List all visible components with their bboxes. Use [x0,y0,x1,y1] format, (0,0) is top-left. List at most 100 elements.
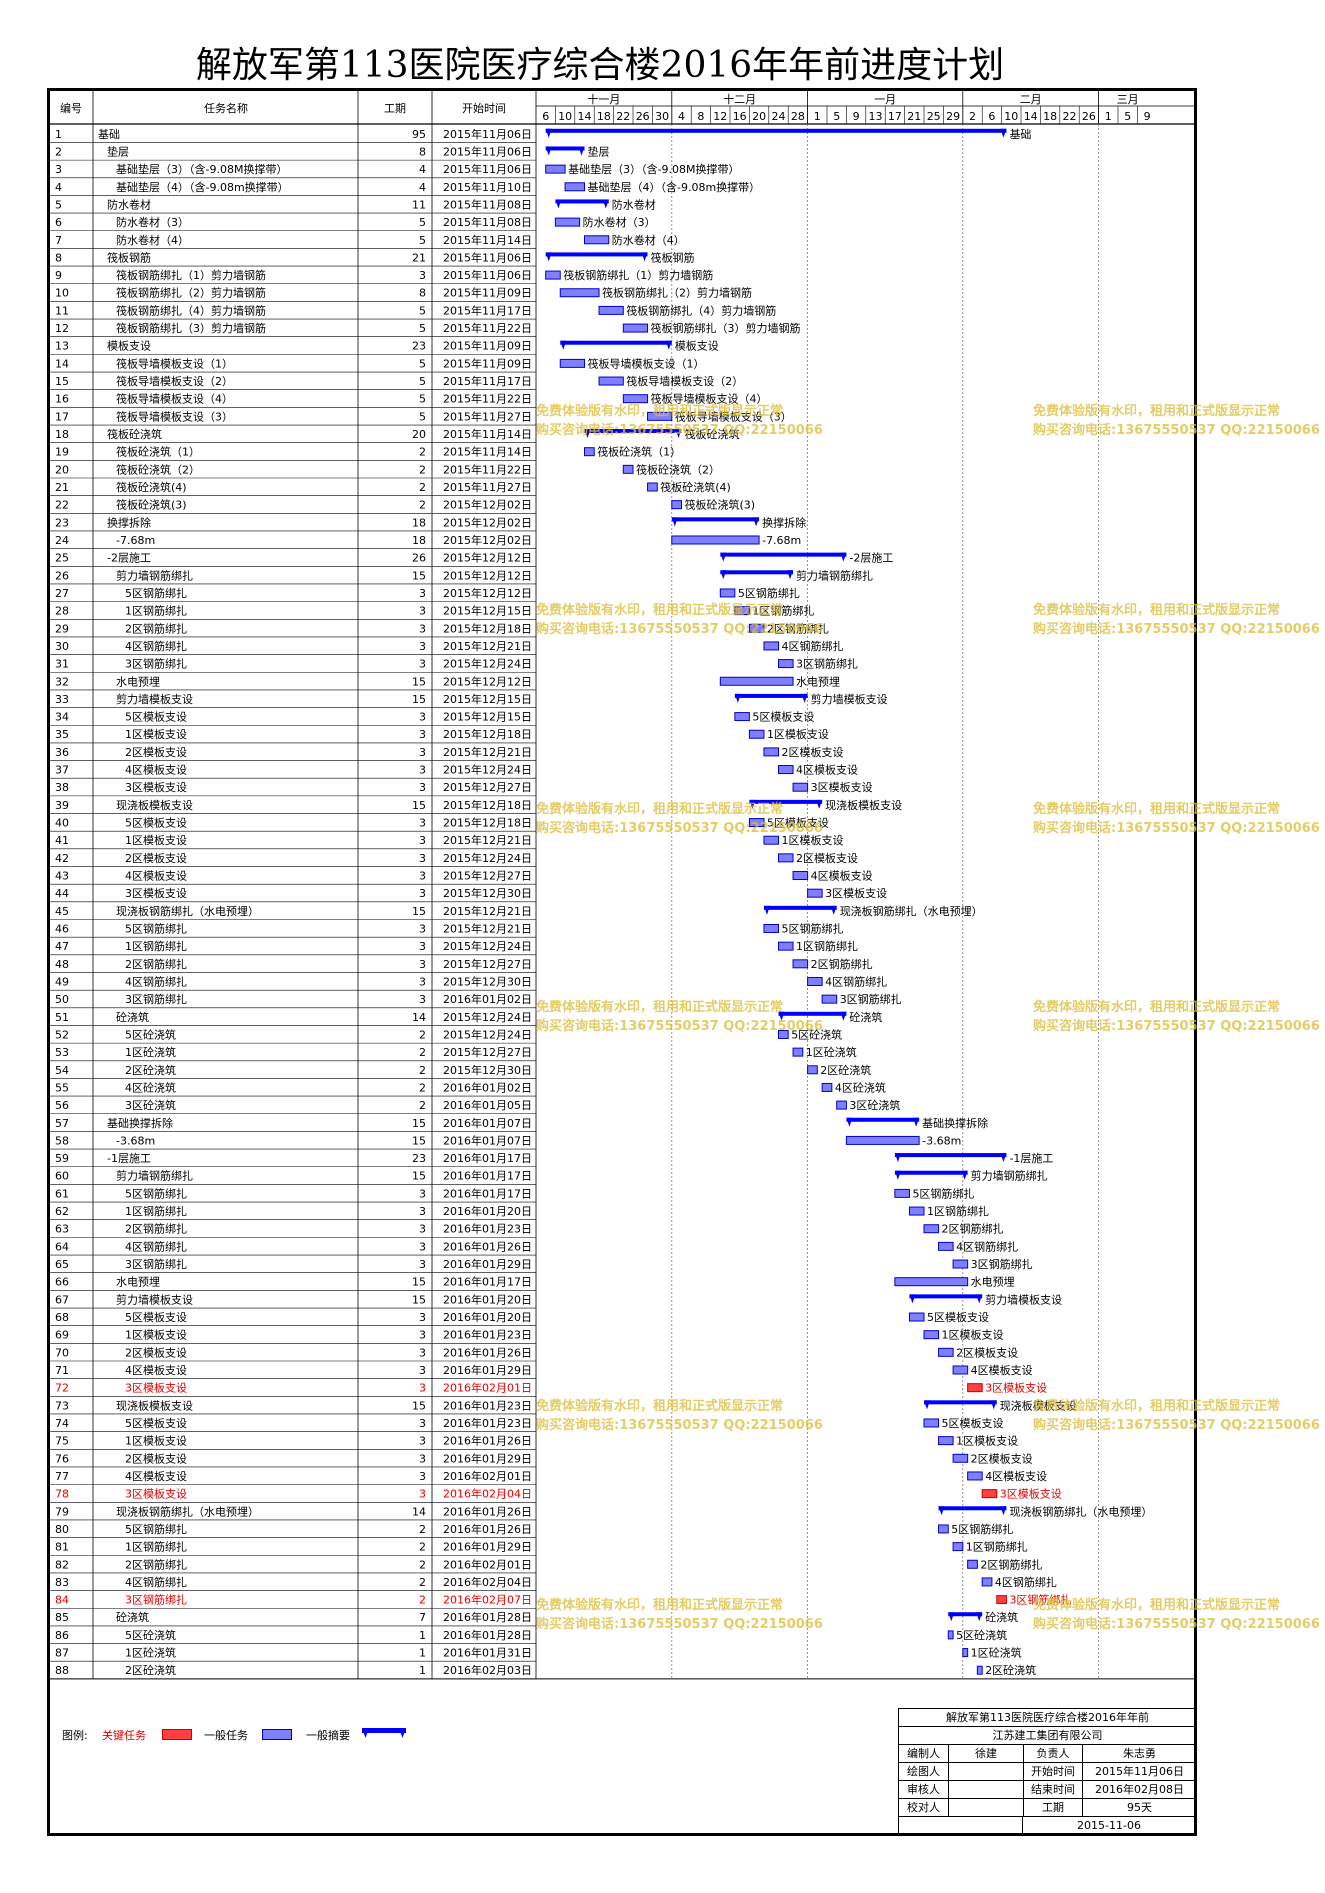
summary-bar-body [778,1011,847,1016]
task-start: 2015年11月22日 [443,321,532,335]
gantt-task-bar [962,1648,969,1658]
gantt-task-bar [923,1418,940,1428]
gantt-task-bar [778,659,794,669]
task-duration: 15 [412,799,426,812]
task-id: 83 [55,1576,69,1589]
summary-bar-left-cap [545,128,552,138]
gantt-bar-label: 筏板钢筋绑扎（3）剪力墙钢筋 [651,321,801,335]
gantt-bar-label: 基础垫层（4）（含-9.08m换撑带） [588,180,761,194]
project-info-table: 解放军第113医院医疗综合楼2016年年前 江苏建工集团有限公司 编制人 徐建 … [898,1708,1197,1835]
summary-bar-left-cap [720,552,727,562]
task-duration: 15 [412,1117,426,1130]
task-name: 模板支设 [107,339,151,353]
gantt-task-bar [598,376,624,386]
day-label: 5 [1124,110,1131,123]
day-label: 9 [1144,110,1151,123]
task-id: 37 [55,764,69,777]
task-bar-rect [923,1330,940,1340]
gantt-bar-label: 4区钢筋绑扎 [825,974,887,988]
task-bar-rect [719,588,736,598]
task-name: 筏板砼浇筑(4) [116,480,187,494]
summary-bar-right-cap [913,1117,920,1127]
gantt-summary-bar [720,570,794,580]
task-name: 2区砼浇筑 [125,1063,176,1077]
summary-bar-left-cap [778,1011,785,1021]
task-start: 2015年12月30日 [443,1063,532,1077]
task-duration: 3 [419,1488,426,1501]
gantt-task-bar [778,941,794,951]
gantt-task-bar [584,235,610,245]
task-start: 2015年12月24日 [443,763,532,777]
task-bar-rect [894,1188,910,1198]
gantt-task-bar [748,623,765,633]
summary-bar-right-cap [830,905,837,915]
task-name: 筏板砼浇筑（2） [116,462,200,476]
gantt-bar-label: 现浇板钢筋绑扎（水电预埋） [840,904,983,918]
gantt-task-bar [821,994,838,1004]
task-start: 2016年01月17日 [443,1275,532,1289]
task-duration: 3 [419,940,426,953]
task-duration: 1 [419,1629,426,1642]
gantt-bar-label: 3区模板支设 [825,886,887,900]
task-name: 筏板钢筋绑扎（3）剪力墙钢筋 [116,321,266,335]
header-start: 开始时间 [462,101,506,115]
task-name: 防水卷材（4） [116,233,189,247]
task-start: 2015年12月12日 [443,568,532,582]
task-bar-rect [807,888,823,898]
gantt-bar-label: 1区模板支设 [956,1434,1018,1448]
summary-bar-left-cap [560,340,567,350]
gantt-task-bar [908,1206,925,1216]
task-bar-rect [952,1259,969,1269]
task-id: 71 [55,1364,69,1377]
task-duration: 2 [419,481,426,494]
gantt-bar-label: 筏板砼浇筑(4) [660,480,731,494]
task-id: 47 [55,940,69,953]
task-bar-rect [952,1365,969,1375]
task-id: 46 [55,923,69,936]
task-start: 2015年11月06日 [443,162,532,176]
gantt-task-bar [671,500,682,510]
gantt-bar-label: 1区模板支设 [767,727,829,741]
gantt-bar-label: 筏板砼浇筑(3) [685,498,756,512]
task-duration: 5 [419,393,426,406]
gantt-summary-bar [734,693,808,703]
gantt-summary-bar [846,1117,920,1127]
task-id: 13 [55,340,69,353]
info-reviewer-label: 审核人 [899,1781,949,1798]
gantt-bar-label: 5区模板支设 [767,816,829,830]
task-name: 2区模板支设 [125,851,187,865]
gantt-bar-label: 5区砼浇筑 [791,1027,842,1041]
task-duration: 3 [419,640,426,653]
task-name: 3区钢筋绑扎 [125,1257,187,1271]
task-id: 57 [55,1117,69,1130]
task-duration: 3 [419,1223,426,1236]
task-duration: 15 [412,1276,426,1289]
task-start: 2015年11月22日 [443,462,532,476]
task-name: 3区砼浇筑 [125,1098,176,1112]
day-label: 16 [733,110,747,123]
gantt-bar-label: 砼浇筑 [985,1610,1018,1624]
gantt-task-bar [952,1259,969,1269]
gantt-task-bar [792,1047,804,1057]
task-start: 2015年11月17日 [443,374,532,388]
summary-bar-right-cap [816,799,823,809]
task-id: 2 [55,145,62,158]
summary-bar-body [894,1170,968,1175]
task-start: 2016年01月28日 [443,1610,532,1624]
task-bar-rect [719,676,794,686]
gantt-bar-label: 筏板导墙模板支设（4） [651,392,768,406]
task-id: 22 [55,499,69,512]
legend-summary-label: 一般摘要 [306,1729,350,1742]
summary-bar-right-cap [840,1011,847,1021]
task-id: 56 [55,1099,69,1112]
task-bar-rect [923,1418,940,1428]
task-bar-rect [967,1559,978,1569]
gantt-summary-bar [555,199,609,209]
task-name: 3区模板支设 [125,1381,187,1395]
task-duration: 1 [419,1647,426,1660]
task-id: 17 [55,410,69,423]
task-name: 4区钢筋绑扎 [125,1239,187,1253]
task-id: 4 [55,181,62,194]
day-label: 2 [969,110,976,123]
task-start: 2015年11月06日 [443,127,532,141]
